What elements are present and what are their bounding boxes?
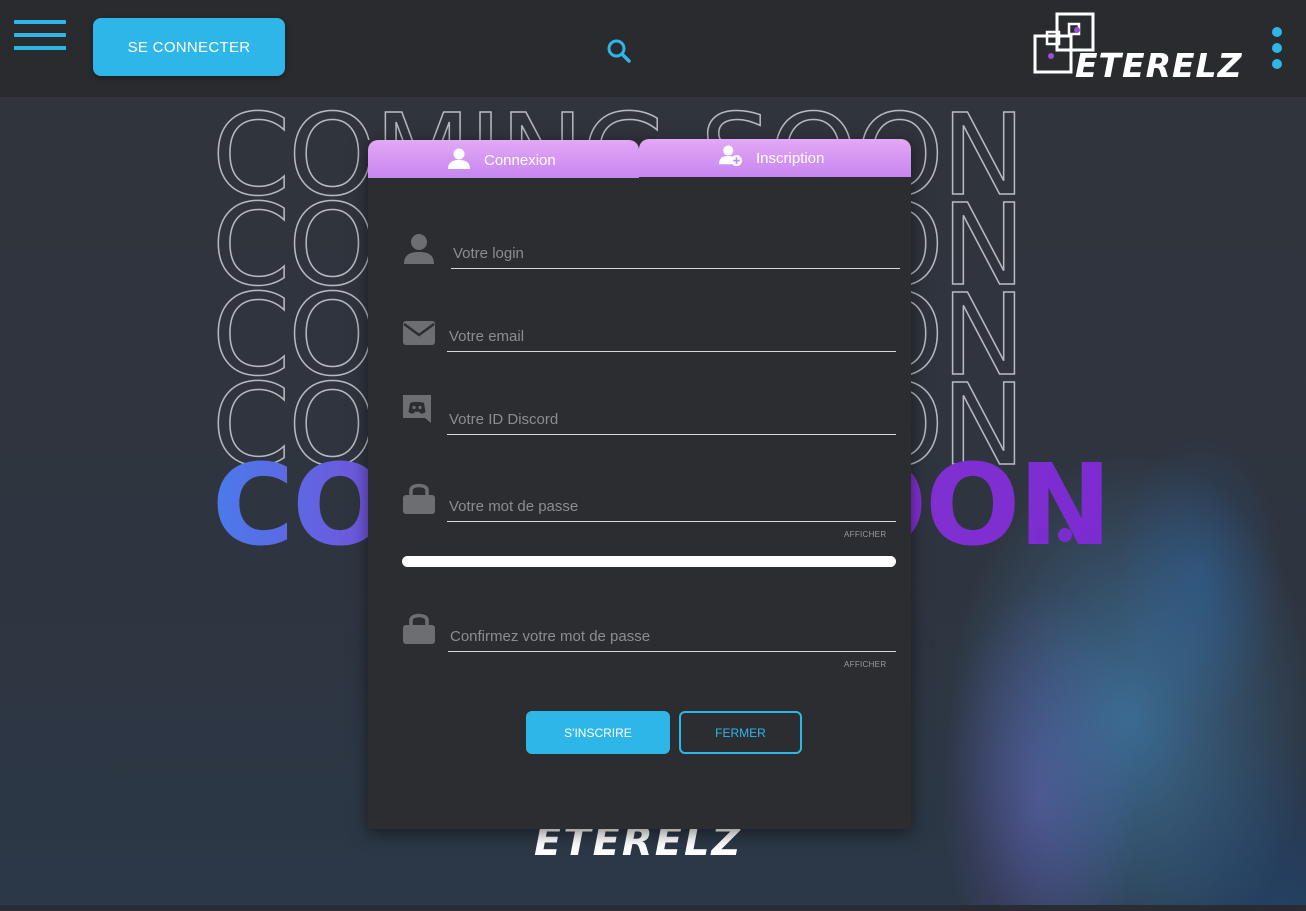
confirm-password-input[interactable] [448, 622, 896, 652]
signup-button[interactable]: S'INSCRIRE [526, 711, 670, 754]
lock-icon [403, 613, 435, 644]
login-input[interactable] [451, 239, 900, 269]
auth-tabs: Connexion Inscription [368, 139, 911, 178]
user-icon [448, 148, 470, 169]
envelope-icon [403, 321, 435, 345]
close-button[interactable]: FERMER [679, 711, 802, 754]
bottom-logo: ETERELZ [534, 826, 743, 858]
tab-connexion[interactable]: Connexion [368, 140, 639, 178]
user-add-icon [719, 145, 742, 167]
discord-icon [403, 395, 431, 423]
auth-modal: Connexion Inscription Votre login Votre … [368, 139, 911, 829]
show-password-link[interactable]: AFFICHER [844, 530, 886, 539]
page-bottom-edge [0, 905, 1306, 911]
lock-icon [403, 483, 435, 514]
password-strength-bar [402, 556, 896, 567]
more-options-icon[interactable] [1270, 27, 1284, 71]
user-icon [404, 234, 434, 264]
coming-soon-ellipsis [1034, 528, 1096, 542]
email-input[interactable] [447, 322, 896, 352]
site-logo[interactable]: ETERELZ [1033, 12, 1242, 84]
password-input[interactable] [447, 492, 896, 522]
tab-inscription[interactable]: Inscription [639, 139, 911, 177]
menu-icon[interactable] [14, 20, 66, 54]
login-button[interactable]: SE CONNECTER [93, 18, 285, 76]
tab-connexion-label: Connexion [484, 152, 556, 169]
top-header: SE CONNECTER ETERELZ [0, 0, 1306, 97]
discord-id-input[interactable] [447, 405, 896, 435]
show-confirm-password-link[interactable]: AFFICHER [844, 660, 886, 669]
search-icon[interactable] [606, 38, 632, 64]
tab-inscription-label: Inscription [756, 150, 825, 167]
logo-text: ETERELZ [1075, 46, 1243, 85]
